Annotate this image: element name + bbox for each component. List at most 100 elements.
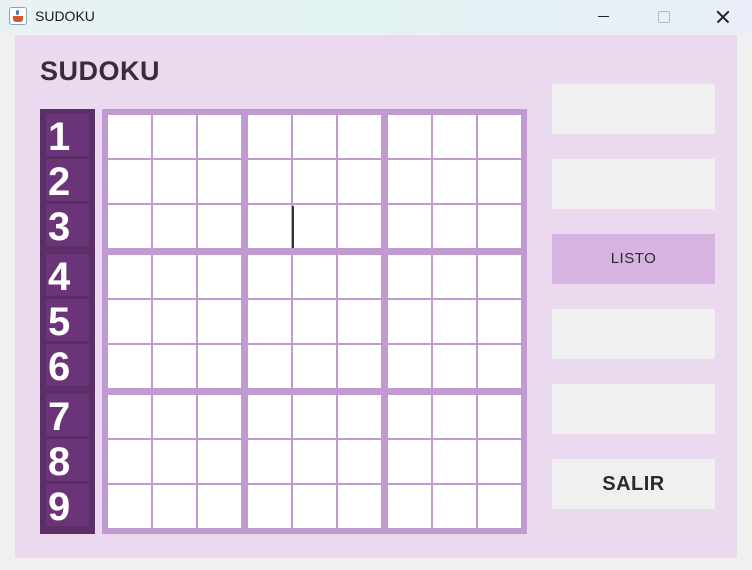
grid-cell[interactable] [338,205,381,248]
grid-cell[interactable] [433,255,476,298]
grid-cell[interactable] [433,345,476,388]
grid-cell[interactable] [153,255,196,298]
grid-cell[interactable] [108,485,151,528]
grid-cell[interactable] [433,205,476,248]
grid-cell[interactable] [108,115,151,158]
grid-cell[interactable] [248,345,291,388]
grid-cell[interactable] [388,300,431,343]
grid-cell[interactable] [108,440,151,483]
grid-cell[interactable] [433,395,476,438]
grid-cell[interactable] [338,395,381,438]
grid-cell[interactable] [293,395,336,438]
grid-cell[interactable] [108,205,151,248]
grid-cell[interactable] [248,440,291,483]
grid-cell[interactable] [198,115,241,158]
grid-cell[interactable] [478,300,521,343]
grid-cell[interactable] [248,160,291,203]
title-bar: SUDOKU [0,0,752,34]
grid-cell[interactable] [108,395,151,438]
maximize-button[interactable] [640,0,686,34]
grid-cell[interactable] [338,115,381,158]
row-number: 6 [46,344,89,389]
grid-cell[interactable] [248,485,291,528]
grid-cell[interactable] [153,485,196,528]
grid-cell[interactable] [153,345,196,388]
java-cup-icon [9,7,27,25]
sudoku-grid [102,109,527,534]
grid-cell[interactable] [293,205,336,248]
grid-cell[interactable] [338,300,381,343]
grid-cell[interactable] [433,300,476,343]
grid-cell[interactable] [108,255,151,298]
side-button-1[interactable] [552,84,715,134]
close-button[interactable] [699,0,745,34]
minimize-button[interactable] [580,0,626,34]
row-number: 1 [46,114,89,159]
grid-cell[interactable] [388,160,431,203]
grid-cell[interactable] [153,300,196,343]
grid-cell[interactable] [388,255,431,298]
grid-cell[interactable] [153,160,196,203]
grid-cell[interactable] [198,205,241,248]
grid-cell[interactable] [338,345,381,388]
grid-cell[interactable] [478,255,521,298]
side-button-5[interactable] [552,384,715,434]
grid-cell[interactable] [388,205,431,248]
grid-cell[interactable] [293,160,336,203]
grid-cell[interactable] [153,395,196,438]
grid-cell[interactable] [293,255,336,298]
grid-cell[interactable] [108,300,151,343]
grid-cell[interactable] [388,395,431,438]
grid-cell[interactable] [478,440,521,483]
grid-cell[interactable] [198,485,241,528]
grid-cell[interactable] [108,345,151,388]
grid-cell[interactable] [338,485,381,528]
grid-cell[interactable] [198,440,241,483]
grid-cell[interactable] [478,205,521,248]
grid-cell[interactable] [153,115,196,158]
side-button-2[interactable] [552,159,715,209]
grid-cell[interactable] [108,160,151,203]
grid-cell[interactable] [478,395,521,438]
grid-cell[interactable] [198,395,241,438]
grid-cell[interactable] [293,300,336,343]
grid-cell[interactable] [153,440,196,483]
grid-cell[interactable] [153,205,196,248]
row-number: 7 [46,394,89,439]
grid-cell[interactable] [388,440,431,483]
grid-cell[interactable] [478,345,521,388]
grid-cell[interactable] [338,255,381,298]
grid-cell[interactable] [338,160,381,203]
grid-cell[interactable] [293,345,336,388]
row-number-column: 123 456 789 [40,109,95,534]
grid-cell[interactable] [248,255,291,298]
salir-button[interactable]: SALIR [552,459,715,509]
grid-cell[interactable] [198,160,241,203]
grid-cell[interactable] [248,300,291,343]
row-number: 2 [46,159,89,204]
grid-cell[interactable] [388,485,431,528]
grid-cell[interactable] [338,440,381,483]
grid-cell[interactable] [478,115,521,158]
grid-cell[interactable] [248,395,291,438]
grid-cell[interactable] [198,255,241,298]
grid-cell[interactable] [433,485,476,528]
grid-cell[interactable] [478,485,521,528]
listo-button[interactable]: LISTO [552,234,715,284]
grid-cell[interactable] [198,345,241,388]
grid-cell[interactable] [293,440,336,483]
grid-cell[interactable] [293,115,336,158]
grid-cell[interactable] [433,440,476,483]
row-number: 9 [46,484,89,529]
grid-cell[interactable] [388,115,431,158]
grid-cell[interactable] [293,485,336,528]
grid-cell[interactable] [433,115,476,158]
grid-cell[interactable] [388,345,431,388]
grid-cell[interactable] [198,300,241,343]
grid-cell[interactable] [248,205,291,248]
window-title: SUDOKU [35,8,95,24]
side-button-4[interactable] [552,309,715,359]
grid-cell[interactable] [433,160,476,203]
grid-cell[interactable] [248,115,291,158]
grid-cell[interactable] [478,160,521,203]
